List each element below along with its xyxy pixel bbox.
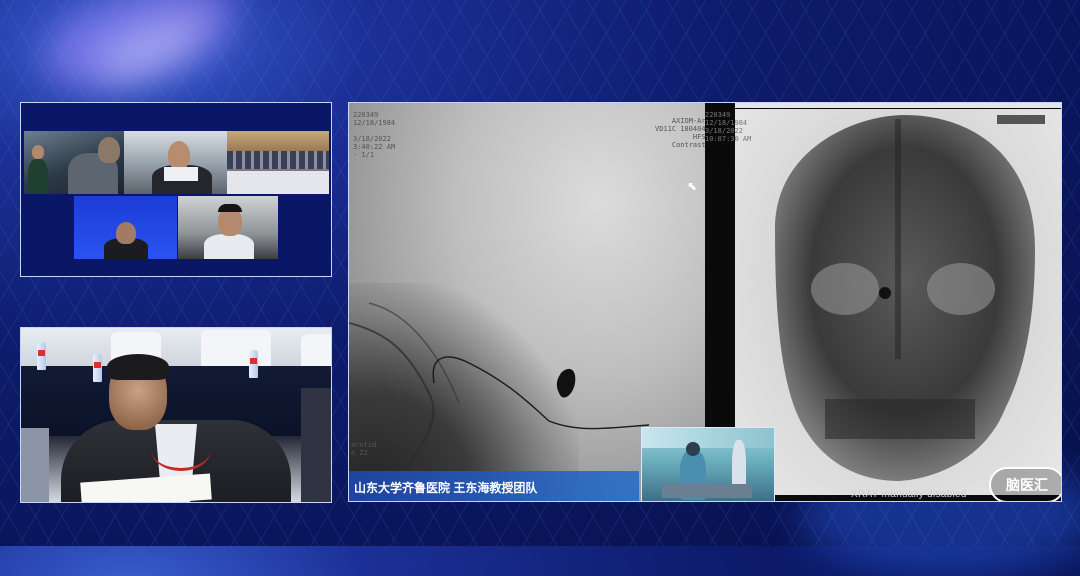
brand-logo: 脑医汇 — [989, 467, 1061, 501]
video-tile-5[interactable] — [178, 196, 278, 259]
video-tile-3[interactable] — [227, 131, 329, 194]
dicom-info-right: 220349 12/18/1984 3/18/2022 10:07:30 AM — [705, 111, 752, 143]
procedure-stream-panel: 220349 12/18/1984 3/18/2022 3:40:22 AM -… — [348, 102, 1062, 502]
caption-text: 山东大学齐鲁医院 王东海教授团队 — [354, 480, 538, 495]
video-tile-1[interactable] — [24, 131, 124, 194]
mouse-cursor-icon: ⬉ — [687, 179, 698, 193]
video-tile-4[interactable] — [74, 196, 177, 259]
dicom-info-left-bottom: arotid e 22 — [351, 441, 377, 457]
skull-xray-right-view: 220349 12/18/1984 3/18/2022 10:07:30 AM — [705, 109, 1061, 495]
xray-status-text: XRAY manually disabled — [851, 489, 967, 500]
skull-xray-image — [775, 115, 1035, 481]
scale-indicator — [997, 115, 1045, 124]
operating-room-pip-video[interactable] — [641, 427, 775, 501]
dicom-info-left: 220349 12/18/1984 3/18/2022 3:40:22 AM -… — [353, 111, 396, 159]
video-tile-2[interactable] — [124, 131, 227, 194]
audience-camera-feed[interactable] — [20, 327, 332, 503]
video-conference-grid — [20, 102, 332, 277]
brand-logo-text: 脑医汇 — [1006, 477, 1048, 493]
dicom-info-left-top-right: AXIOM-Ar VD11C 180404 HFS Contrast — [655, 117, 706, 149]
stream-caption-banner: 山东大学齐鲁医院 王东海教授团队 — [349, 471, 639, 501]
